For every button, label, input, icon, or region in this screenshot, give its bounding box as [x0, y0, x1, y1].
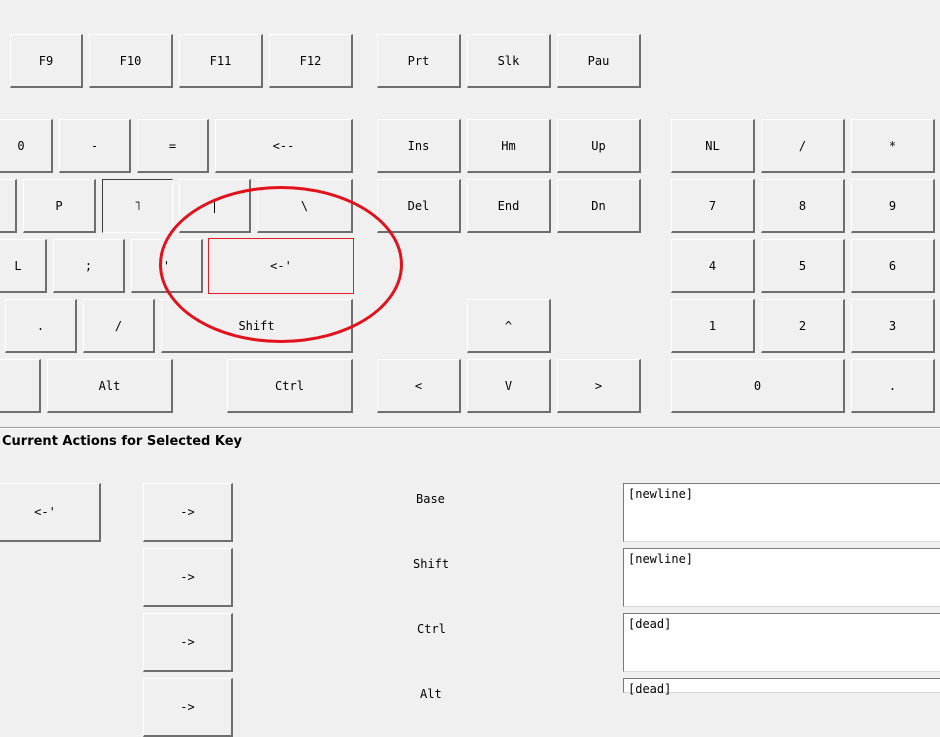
key-numpad-8[interactable]: 8: [761, 179, 845, 233]
key-insert[interactable]: Ins: [377, 119, 461, 173]
key-partial-left[interactable]: [0, 359, 41, 413]
key-enter[interactable]: <-': [208, 238, 354, 294]
key-right-bracket[interactable]: ˥: [102, 179, 173, 233]
section-title: Current Actions for Selected Key: [2, 434, 246, 449]
key-slash[interactable]: /: [83, 299, 155, 353]
key-print-screen[interactable]: Prt: [377, 34, 461, 88]
key-numpad-5[interactable]: 5: [761, 239, 845, 293]
edit-ctrl-action-button[interactable]: ->: [143, 613, 233, 672]
key-page-up[interactable]: Up: [557, 119, 641, 173]
section-divider: [0, 427, 940, 429]
key-period[interactable]: .: [5, 299, 77, 353]
key-pause[interactable]: Pau: [557, 34, 641, 88]
key-o-partial[interactable]: [0, 179, 17, 233]
key-backslash[interactable]: \: [257, 179, 353, 233]
key-p[interactable]: P: [23, 179, 96, 233]
key-delete[interactable]: Del: [377, 179, 461, 233]
key-numpad-divide[interactable]: /: [761, 119, 845, 173]
key-numpad-multiply[interactable]: *: [851, 119, 935, 173]
key-numpad-9[interactable]: 9: [851, 179, 935, 233]
modifier-label-shift: Shift: [413, 557, 450, 571]
modifier-label-alt: Alt: [420, 687, 442, 701]
key-f11[interactable]: F11: [179, 34, 263, 88]
edit-base-action-button[interactable]: ->: [143, 483, 233, 542]
key-arrow-up[interactable]: ^: [467, 299, 551, 353]
key-home[interactable]: Hm: [467, 119, 551, 173]
selected-key-display[interactable]: <-': [0, 483, 101, 542]
alt-action-field[interactable]: [dead]: [623, 678, 940, 696]
modifier-label-base: Base: [416, 492, 445, 506]
key-apostrophe[interactable]: ': [131, 239, 203, 293]
key-scroll-lock[interactable]: Slk: [467, 34, 551, 88]
key-numpad-2[interactable]: 2: [761, 299, 845, 353]
key-numpad-decimal[interactable]: .: [851, 359, 935, 413]
key-l[interactable]: L: [0, 239, 47, 293]
key-numpad-7[interactable]: 7: [671, 179, 755, 233]
key-numpad-0[interactable]: 0: [671, 359, 845, 413]
key-f10[interactable]: F10: [89, 34, 173, 88]
key-arrow-left[interactable]: <: [377, 359, 461, 413]
key-numpad-3[interactable]: 3: [851, 299, 935, 353]
key-semicolon[interactable]: ;: [53, 239, 125, 293]
key-num-lock[interactable]: NL: [671, 119, 755, 173]
base-action-field[interactable]: [newline]: [623, 483, 940, 542]
key-f12[interactable]: F12: [269, 34, 353, 88]
key-backspace[interactable]: <--: [215, 119, 353, 173]
edit-shift-action-button[interactable]: ->: [143, 548, 233, 607]
key-pipe[interactable]: |: [179, 179, 251, 233]
key-page-down[interactable]: Dn: [557, 179, 641, 233]
ctrl-action-field[interactable]: [dead]: [623, 613, 940, 672]
shift-action-field[interactable]: [newline]: [623, 548, 940, 607]
edit-alt-action-button[interactable]: ->: [143, 678, 233, 737]
key-equals[interactable]: =: [137, 119, 209, 173]
key-right-alt[interactable]: Alt: [47, 359, 173, 413]
key-numpad-1[interactable]: 1: [671, 299, 755, 353]
key-arrow-down[interactable]: V: [467, 359, 551, 413]
key-numpad-6[interactable]: 6: [851, 239, 935, 293]
key-arrow-right[interactable]: >: [557, 359, 641, 413]
key-minus[interactable]: -: [59, 119, 131, 173]
key-end[interactable]: End: [467, 179, 551, 233]
key-f9[interactable]: F9: [10, 34, 83, 88]
key-right-shift[interactable]: Shift: [161, 299, 353, 353]
key-0[interactable]: 0: [0, 119, 53, 173]
key-numpad-4[interactable]: 4: [671, 239, 755, 293]
key-right-ctrl[interactable]: Ctrl: [227, 359, 353, 413]
modifier-label-ctrl: Ctrl: [417, 622, 446, 636]
